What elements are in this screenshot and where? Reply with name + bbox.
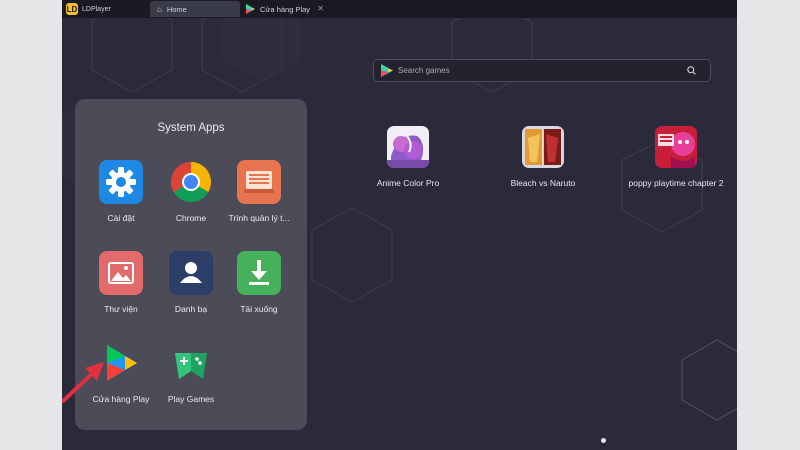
close-icon[interactable]: ✕: [317, 4, 324, 13]
game-poppy-playtime[interactable]: poppy playtime chapter 2: [621, 126, 731, 188]
game-anime-color-pro[interactable]: Anime Color Pro: [353, 126, 463, 188]
download-icon: [237, 251, 281, 295]
tab-play-store-label: Cửa hàng Play: [260, 4, 311, 14]
app-label: Tải xuống: [240, 304, 278, 314]
left-margin: [0, 0, 62, 450]
tab-home[interactable]: ⌂ Home: [150, 1, 240, 17]
title-bar: LD LDPlayer ⌂ Home Cửa hàng Play ✕: [62, 0, 737, 18]
game-label: poppy playtime chapter 2: [628, 178, 724, 188]
home-icon: ⌂: [157, 4, 162, 14]
search-bar[interactable]: [373, 59, 711, 82]
app-contacts[interactable]: Danh bạ: [159, 251, 223, 314]
tab-play-store[interactable]: Cửa hàng Play ✕: [246, 1, 326, 17]
tab-home-label: Home: [166, 4, 187, 14]
right-margin: [737, 0, 800, 450]
app-play-games[interactable]: Play Games: [159, 341, 223, 404]
game-label: Anime Color Pro: [376, 178, 440, 188]
bleach-vs-naruto-icon: [522, 126, 564, 168]
page-indicator-dot[interactable]: [601, 438, 606, 443]
search-icon[interactable]: [687, 66, 696, 75]
app-downloads[interactable]: Tải xuống: [227, 251, 291, 314]
emulator-screen: LD LDPlayer ⌂ Home Cửa hàng Play ✕ Searc…: [62, 0, 737, 450]
chrome-icon: [169, 160, 213, 204]
file-manager-icon: [237, 160, 281, 204]
app-label: Danh bạ: [174, 304, 208, 314]
game-label: Bleach vs Naruto: [510, 178, 576, 188]
poppy-playtime-icon: [655, 126, 697, 168]
annotation-arrow: [62, 362, 104, 404]
app-file-manager[interactable]: Trình quản lý t...: [227, 160, 291, 223]
app-chrome[interactable]: Chrome: [159, 160, 223, 223]
play-store-icon: [246, 4, 255, 14]
search-input[interactable]: [398, 63, 678, 78]
game-bleach-vs-naruto[interactable]: Bleach vs Naruto: [488, 126, 598, 188]
app-label: Trình quản lý t...: [228, 213, 290, 223]
app-label: Chrome: [175, 213, 207, 223]
play-games-icon: [169, 341, 213, 385]
play-store-icon: [381, 64, 393, 77]
anime-color-pro-icon: [387, 126, 429, 168]
app-label: Play Games: [167, 394, 215, 404]
contacts-icon: [169, 251, 213, 295]
